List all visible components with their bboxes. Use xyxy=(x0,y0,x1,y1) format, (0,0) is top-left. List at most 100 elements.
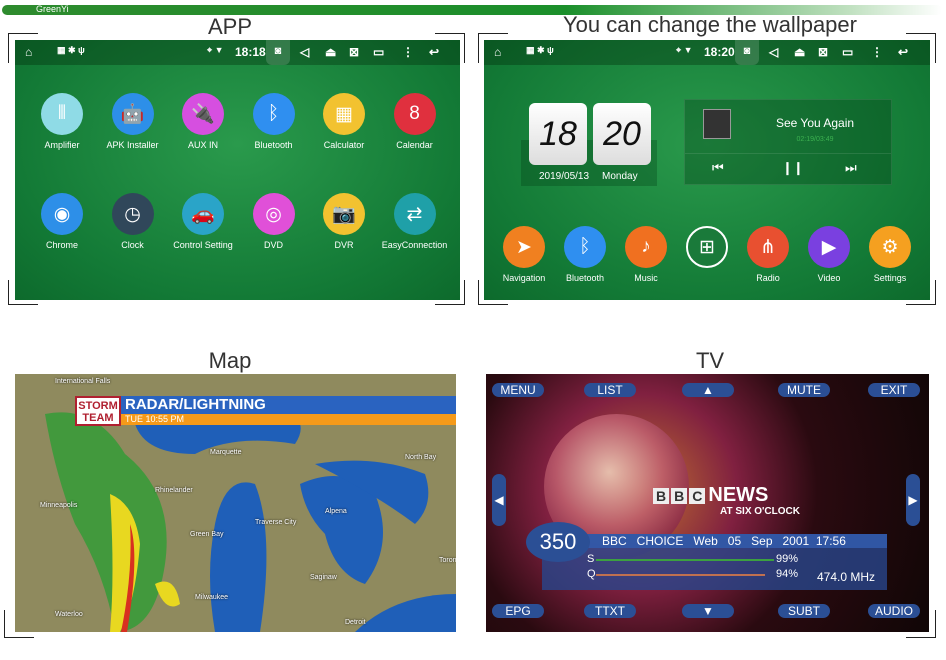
app-apk-installer[interactable]: 🤖 APK Installer xyxy=(98,93,168,150)
app-amplifier[interactable]: ⫴ Amplifier xyxy=(27,93,97,150)
eject-icon[interactable]: ⏏ xyxy=(794,45,805,59)
pause-button[interactable]: ❙❙ xyxy=(782,160,804,176)
app-aux-in[interactable]: 🔌 AUX IN xyxy=(168,93,238,150)
dock-apps[interactable]: ⊞ xyxy=(672,226,742,273)
plug-icon: 🔌 xyxy=(182,93,224,135)
weather-radar-map[interactable]: STORM TEAM RADAR/LIGHTNING TUE 10:55 PM I… xyxy=(15,374,456,632)
calendar-icon: 8 xyxy=(393,93,436,135)
home-screen: ⌂ ▦ ✱ ψ ⌖ ▼ 18:20 ◙ ◁ ⏏ ⊠ ▭ ⋮ ↩ 18 20 20… xyxy=(484,40,930,300)
dock-bluetooth[interactable]: ᛒ Bluetooth xyxy=(550,226,620,283)
city-label: Detroit xyxy=(345,619,366,626)
channel-left-button[interactable]: ◀ xyxy=(492,474,506,526)
status-time: 18:18 xyxy=(235,45,266,59)
app-control-setting[interactable]: 🚗 Control Setting xyxy=(168,193,238,250)
tv-list-button[interactable]: LIST xyxy=(584,383,636,397)
quality-value: 94% xyxy=(776,568,799,580)
bbc-news-subtitle: AT SIX O'CLOCK xyxy=(720,506,800,517)
app-bluetooth[interactable]: ᛒ Bluetooth xyxy=(239,93,309,150)
app-calculator[interactable]: ▦ Calculator xyxy=(309,93,379,150)
down-button[interactable]: ▼ xyxy=(682,604,734,618)
city-label: Milwaukee xyxy=(195,594,229,601)
notification-icons: ▦ ✱ ψ xyxy=(57,45,85,55)
app-label: AUX IN xyxy=(187,140,218,150)
app-dvr[interactable]: 📷 DVR xyxy=(309,193,379,250)
clock-icon: ◷ xyxy=(111,193,154,235)
panel-title-app: APP xyxy=(207,14,253,39)
tv-audio-button[interactable]: AUDIO xyxy=(868,604,920,618)
back-icon[interactable]: ↩ xyxy=(429,45,439,59)
disc-icon: ◎ xyxy=(252,193,295,235)
dock-settings[interactable]: ⚙ Settings xyxy=(855,226,925,283)
status-bar: ⌂ ▦ ✱ ψ ⌖ ▼ 18:18 ◙ ◁ ⏏ ⊠ ▭ ⋮ ↩ xyxy=(15,40,460,65)
panel-title-tv: TV xyxy=(695,348,725,373)
previous-track-button[interactable]: ⏮ xyxy=(712,160,724,176)
more-icon[interactable]: ⋮ xyxy=(871,45,883,59)
music-widget: See You Again 02:19/03:49 ⏮ ❙❙ ⏭ xyxy=(684,99,892,185)
channel-right-button[interactable]: ▶ xyxy=(906,474,920,526)
clock-date: 2019/05/13 xyxy=(539,171,590,182)
app-calendar[interactable]: 8 Calendar xyxy=(380,93,450,150)
app-label: Calculator xyxy=(323,140,365,150)
dock-label: Radio xyxy=(756,273,780,283)
tv-menu-button[interactable]: MENU xyxy=(492,383,544,397)
connect-icon: ⇄ xyxy=(393,193,436,235)
radio-tower-icon: ⋔ xyxy=(747,226,789,268)
clock-day: Monday xyxy=(602,171,638,182)
app-easyconnection[interactable]: ⇄ EasyConnection xyxy=(380,193,450,250)
eject-icon[interactable]: ⏏ xyxy=(325,45,336,59)
apps-grid-icon: ⊞ xyxy=(686,226,728,268)
bluetooth-icon: ᛒ xyxy=(252,93,295,135)
app-chrome[interactable]: ◉ Chrome xyxy=(27,193,97,250)
close-window-icon[interactable]: ⊠ xyxy=(349,45,359,59)
chrome-icon: ◉ xyxy=(41,193,83,235)
song-progress: 02:19/03:49 xyxy=(796,136,834,143)
home-icon[interactable]: ⌂ xyxy=(25,45,32,59)
app-label: DVD xyxy=(263,240,283,250)
brand-label: GreenYi xyxy=(36,4,69,14)
car-icon: 🚗 xyxy=(182,193,224,235)
dock-video[interactable]: ▶ Video xyxy=(794,226,864,283)
home-icon[interactable]: ⌂ xyxy=(494,45,501,59)
tv-mute-button[interactable]: MUTE xyxy=(778,383,830,397)
close-window-icon[interactable]: ⊠ xyxy=(818,45,828,59)
city-label: Marquette xyxy=(210,449,242,456)
dock-label: Settings xyxy=(873,273,907,283)
signal-value: 99% xyxy=(776,553,799,565)
bluetooth-icon: ᛒ xyxy=(564,226,606,268)
dock-radio[interactable]: ⋔ Radio xyxy=(733,226,803,283)
tv-exit-button[interactable]: EXIT xyxy=(868,383,920,397)
location-wifi-icons: ⌖ ▼ xyxy=(676,45,693,55)
more-icon[interactable]: ⋮ xyxy=(402,45,414,59)
dock-navigation[interactable]: ➤ Navigation xyxy=(489,226,559,283)
app-label: APK Installer xyxy=(106,140,159,150)
volume-icon[interactable]: ◁ xyxy=(300,45,309,59)
tv-ttxt-button[interactable]: TTXT xyxy=(584,604,636,618)
dock-music[interactable]: ♪ Music xyxy=(611,226,681,283)
camera-icon: 📷 xyxy=(323,193,365,235)
app-dvd[interactable]: ◎ DVD xyxy=(239,193,309,250)
multitask-icon[interactable]: ▭ xyxy=(373,45,384,59)
channel-info-panel: BBC CHOICE Web 05 Sep 2001 17:56 S 99% Q… xyxy=(542,534,887,590)
tv-subt-button[interactable]: SUBT xyxy=(778,604,830,618)
status-bar: ⌂ ▦ ✱ ψ ⌖ ▼ 18:20 ◙ ◁ ⏏ ⊠ ▭ ⋮ ↩ xyxy=(484,40,930,65)
dock-label: Navigation xyxy=(502,273,546,283)
tv-epg-button[interactable]: EPG xyxy=(492,604,544,618)
next-track-button[interactable]: ⏭ xyxy=(845,160,857,176)
city-label: Minneapolis xyxy=(40,502,78,509)
back-icon[interactable]: ↩ xyxy=(898,45,908,59)
app-clock[interactable]: ◷ Clock xyxy=(98,193,168,250)
screenshot-icon[interactable]: ◙ xyxy=(735,40,759,65)
volume-icon[interactable]: ◁ xyxy=(769,45,778,59)
dock-label: Bluetooth xyxy=(565,273,605,283)
app-label: Amplifier xyxy=(44,140,80,150)
frequency: 474.0 MHz xyxy=(817,570,876,584)
location-wifi-icons: ⌖ ▼ xyxy=(207,45,224,55)
multitask-icon[interactable]: ▭ xyxy=(842,45,853,59)
map-time: TUE 10:55 PM xyxy=(121,414,456,425)
map-title: RADAR/LIGHTNING xyxy=(121,396,456,414)
screenshot-icon[interactable]: ◙ xyxy=(266,40,290,65)
up-button[interactable]: ▲ xyxy=(682,383,734,397)
city-label: Waterloo xyxy=(55,611,83,618)
app-label: Bluetooth xyxy=(254,140,293,150)
clock-hour: 18 xyxy=(529,103,587,165)
